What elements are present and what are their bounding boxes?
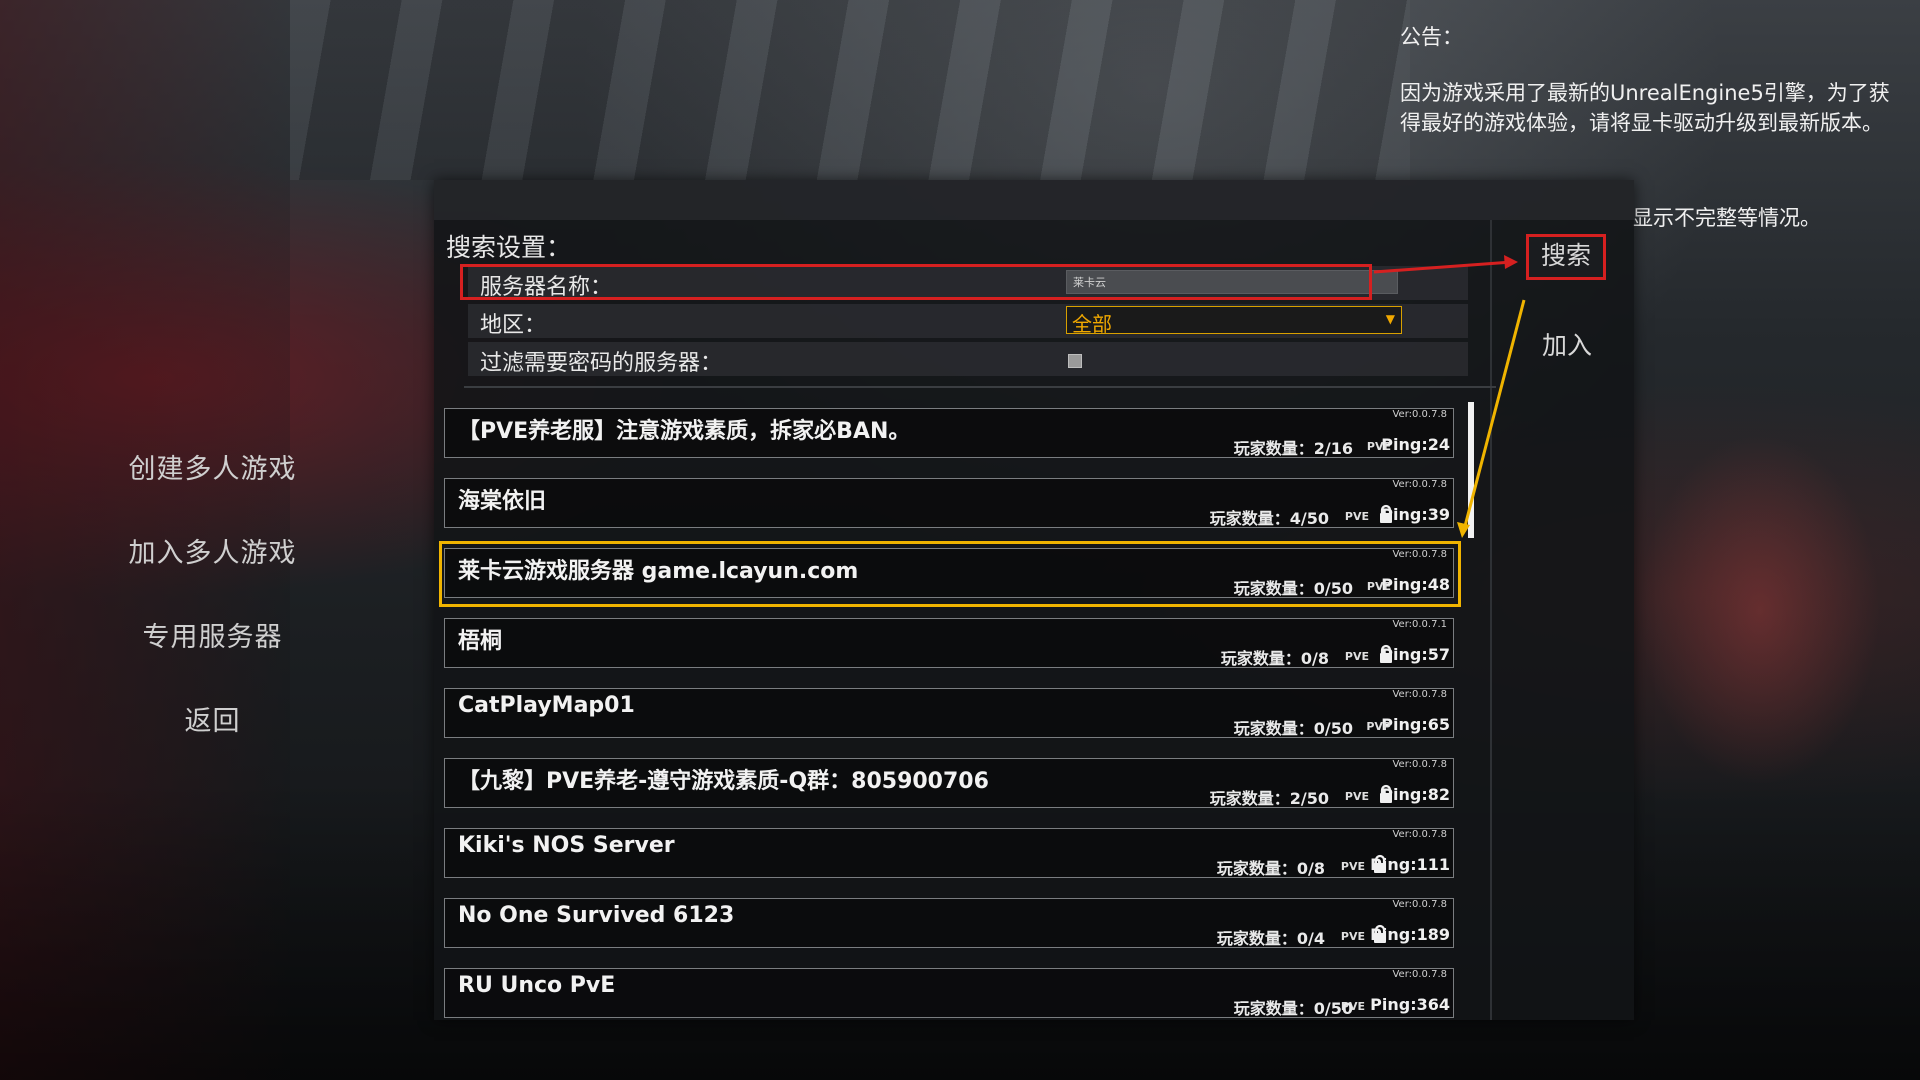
menu-item-back[interactable]: 返回 <box>105 692 320 776</box>
server-row[interactable]: CatPlayMap01 Ver:0.0.7.8 Ping:65 PVP 玩家数量：0/… <box>444 688 1454 738</box>
filter-row-password: 过滤需要密码的服务器： <box>468 342 1468 376</box>
server-row[interactable]: 【PVE养老服】注意游戏素质，拆家必BAN。 Ver:0.0.7.8 Ping:24… <box>444 408 1454 458</box>
region-selected-value: 全部 <box>1072 312 1112 336</box>
chevron-down-icon: ▼ <box>1385 312 1395 326</box>
server-mode: PVE <box>1340 930 1365 943</box>
lock-icon <box>1379 644 1393 664</box>
server-version: Ver:0.0.7.8 <box>1392 479 1447 490</box>
main-menu: 创建多人游戏 加入多人游戏 专用服务器 返回 <box>105 440 320 776</box>
server-player-count: 玩家数量：2/50 <box>1209 789 1329 808</box>
server-version: Ver:0.0.7.8 <box>1392 549 1447 560</box>
lock-icon <box>1379 784 1393 804</box>
server-version: Ver:0.0.7.8 <box>1392 689 1447 700</box>
server-row[interactable]: 莱卡云游戏服务器 game.lcayun.com Ver:0.0.7.8 Ping:… <box>439 541 1461 607</box>
background-machine <box>1630 420 1890 800</box>
filter-separator <box>464 386 1496 388</box>
panel-divider <box>1490 220 1492 1020</box>
server-mode: PVP <box>1366 720 1391 733</box>
server-ping: Ping:48 <box>1381 575 1450 594</box>
server-player-count: 玩家数量：0/8 <box>1216 859 1325 878</box>
server-name: 海棠依旧 <box>458 489 547 514</box>
server-row[interactable]: 【九黎】PVE养老-遵守游戏素质-Q群：805900706 Ver:0.0.7.8… <box>444 758 1454 808</box>
server-player-count: 玩家数量：4/50 <box>1209 509 1329 528</box>
lock-icon <box>1373 854 1387 874</box>
server-ping: Ping:65 <box>1381 715 1450 734</box>
server-name: Kiki's NOS Server <box>458 833 675 858</box>
server-name: No One Survived 6123 <box>458 903 735 928</box>
server-version: Ver:0.0.7.8 <box>1392 759 1447 770</box>
panel-top-bar <box>434 180 1634 220</box>
server-name: 【九黎】PVE养老-遵守游戏素质-Q群：805900706 <box>458 769 989 794</box>
server-name: CatPlayMap01 <box>458 693 635 718</box>
filter-row-server-name: 服务器名称： <box>468 266 1468 300</box>
server-version: Ver:0.0.7.8 <box>1392 829 1447 840</box>
server-player-count: 玩家数量：2/16 <box>1233 439 1353 458</box>
server-list: 【PVE养老服】注意游戏素质，拆家必BAN。 Ver:0.0.7.8 Ping:24… <box>439 408 1462 1018</box>
server-mode: PVE <box>1344 510 1369 523</box>
server-row[interactable]: 海棠依旧 Ver:0.0.7.8 Ping:39 PVE 玩家数量：4/50 <box>444 478 1454 528</box>
search-button[interactable]: 搜索 <box>1526 234 1606 280</box>
server-version: Ver:0.0.7.8 <box>1392 409 1447 420</box>
background-ceiling <box>290 0 1410 180</box>
server-ping: Ping:24 <box>1381 435 1450 454</box>
announcement-body: 因为游戏采用了最新的UnrealEngine5引擎，为了获得最好的游戏体验，请将… <box>1400 81 1890 135</box>
menu-item-dedicated-server[interactable]: 专用服务器 <box>105 608 320 692</box>
server-player-count: 玩家数量：0/4 <box>1216 929 1325 948</box>
region-dropdown[interactable]: 全部 ▼ <box>1066 306 1402 336</box>
server-name: 【PVE养老服】注意游戏素质，拆家必BAN。 <box>458 419 911 444</box>
server-mode: PVE <box>1344 650 1369 663</box>
menu-item-join-multiplayer[interactable]: 加入多人游戏 <box>105 524 320 608</box>
server-mode: PVE <box>1344 790 1369 803</box>
server-ping: Ping:364 <box>1370 995 1450 1014</box>
server-version: Ver:0.0.7.8 <box>1392 899 1447 910</box>
server-name-label: 服务器名称： <box>480 275 613 300</box>
server-name: RU Unco PvE <box>458 973 616 998</box>
server-mode: PVE <box>1366 440 1391 453</box>
server-list-scrollbar[interactable] <box>1468 402 1474 538</box>
lock-icon <box>1373 924 1387 944</box>
server-row[interactable]: Kiki's NOS Server Ver:0.0.7.8 Ping:111 PVE 玩… <box>444 828 1454 878</box>
password-filter-label: 过滤需要密码的服务器： <box>480 351 723 376</box>
announcement: 公告： 因为游戏采用了最新的UnrealEngine5引擎，为了获得最好的游戏体… <box>1400 22 1900 138</box>
server-player-count: 玩家数量：0/50 <box>1233 579 1353 598</box>
server-row[interactable]: RU Unco PvE Ver:0.0.7.8 Ping:364 PVE 玩家数量：0/… <box>444 968 1454 1018</box>
server-player-count: 玩家数量：0/50 <box>1233 999 1353 1018</box>
lock-icon <box>1379 504 1393 524</box>
announcement-extra: 显示不完整等情况。 <box>1632 206 1821 230</box>
server-row[interactable]: 梧桐 Ver:0.0.7.1 Ping:57 PVE 玩家数量：0/8 <box>444 618 1454 668</box>
server-mode: PVE <box>1366 580 1391 593</box>
server-player-count: 玩家数量：0/50 <box>1233 719 1353 738</box>
server-name: 莱卡云游戏服务器 game.lcayun.com <box>458 559 859 584</box>
server-player-count: 玩家数量：0/8 <box>1220 649 1329 668</box>
server-version: Ver:0.0.7.1 <box>1392 619 1447 630</box>
region-label: 地区： <box>480 313 547 338</box>
menu-item-create-multiplayer[interactable]: 创建多人游戏 <box>105 440 320 524</box>
server-browser-panel: 搜索设置： 服务器名称： 地区： 全部 ▼ 过滤需要密码的服务器： 搜索 加入 … <box>434 180 1634 1020</box>
search-settings-heading: 搜索设置： <box>446 233 572 262</box>
password-filter-checkbox[interactable] <box>1068 354 1082 368</box>
server-name: 梧桐 <box>458 629 503 654</box>
filter-row-region: 地区： 全部 ▼ <box>468 304 1468 338</box>
announcement-title: 公告： <box>1400 25 1463 49</box>
join-button[interactable]: 加入 <box>1532 326 1602 362</box>
server-mode: PVE <box>1340 860 1365 873</box>
server-version: Ver:0.0.7.8 <box>1392 969 1447 980</box>
server-name-input[interactable] <box>1066 270 1398 294</box>
server-row[interactable]: No One Survived 6123 Ver:0.0.7.8 Ping:189 P… <box>444 898 1454 948</box>
